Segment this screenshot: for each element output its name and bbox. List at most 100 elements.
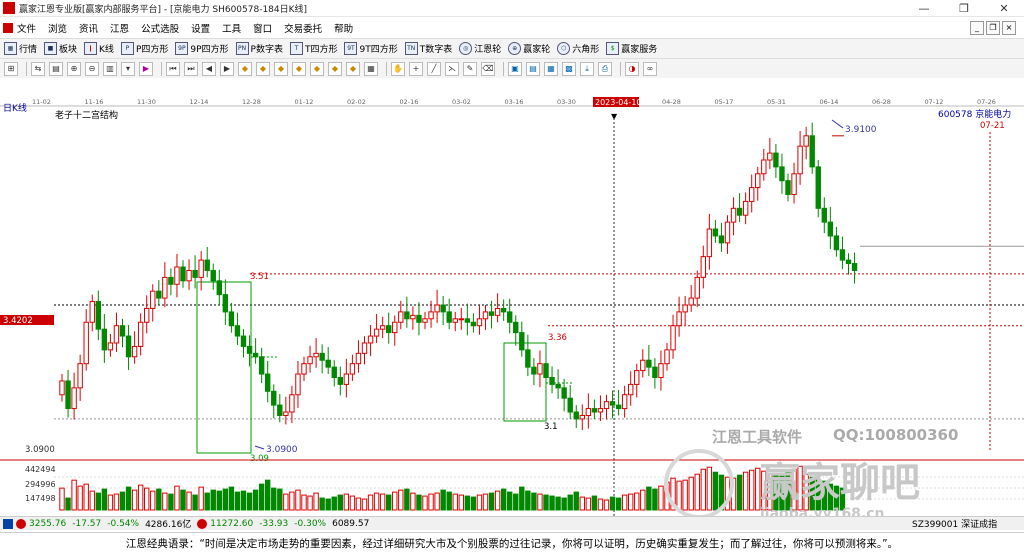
menu-settings[interactable]: 设置 [191,21,210,35]
calc-icon[interactable]: ▤ [526,61,540,76]
menu-formula[interactable]: 公式选股 [141,21,179,35]
p-square-icon: P [120,42,134,55]
menu-help[interactable]: 帮助 [334,21,353,35]
volume-bar [458,494,465,511]
volume-bar [119,491,126,511]
doc-icon[interactable]: ▤ [49,61,63,76]
watermark-software: 江恩工具软件 [712,428,803,446]
next-icon[interactable]: ▶ [220,61,234,76]
zoom-in-icon[interactable]: ⊕ [67,61,81,76]
menu-file[interactable]: 文件 [17,21,36,35]
menu-trade[interactable]: 交易委托 [284,21,322,35]
infinity-icon[interactable]: ∞ [643,61,657,76]
sz-index-value[interactable]: 11272.60 [210,519,253,529]
diamond-5-icon[interactable]: ◆ [310,61,324,76]
toolbar-t-table-button[interactable]: TN T数字表 [404,42,452,55]
minimize-button[interactable]: — [904,0,944,17]
crosshair-icon[interactable]: + [409,61,423,76]
diamond-3-icon[interactable]: ◆ [274,61,288,76]
candle-up [724,221,731,244]
drawing-toolbar: ⊞ ⇆ ▤ ⊕ ⊖ ▥ ▾ ▶ ⏮ ⏭ ◀ ▶ ◆ ◆ ◆ ◆ ◆ ◆ ◆ ▦ … [0,58,1024,78]
toolbar-t-square-button[interactable]: T T四方形 [289,42,337,55]
volume-bar [180,489,186,511]
prev-icon[interactable]: ◀ [202,61,216,76]
diamond-1-icon[interactable]: ◆ [238,61,252,76]
candle-down [180,266,186,282]
compare-icon[interactable]: ⇆ [31,61,45,76]
zoom-out-icon[interactable]: ⊖ [85,61,99,76]
menu-browse[interactable]: 浏览 [48,21,67,35]
export-icon[interactable]: ⤓ [580,61,594,76]
eraser-icon[interactable]: ⌫ [481,61,495,76]
system-menu-icon[interactable] [3,23,13,33]
menu-gann[interactable]: 江恩 [110,21,129,35]
menu-tools[interactable]: 工具 [222,21,241,35]
volume-bar [216,490,223,511]
volume-bar [125,486,132,511]
candle-up [803,135,809,147]
menu-window[interactable]: 窗口 [253,21,272,35]
toolbar-sector-button[interactable]: ■ 板块 [44,42,77,55]
date-tick-label: 02-02 [347,98,366,106]
sh-index-value[interactable]: 3255.76 [29,519,66,529]
pen-tool-icon[interactable]: ✎ [463,61,477,76]
toolbar-hexagon-button[interactable]: ⬡ 六角形 [557,42,599,55]
date-tick-label: 11-16 [85,98,104,106]
blocks-icon: ■ [44,42,58,55]
toolbar-9t-square-button[interactable]: 9T 9T四方形 [344,42,398,55]
toolbar-kline-button[interactable]: ❙ K线 [84,42,114,55]
volume-bar [561,497,567,511]
date-tick-label: 11-30 [137,98,156,106]
candle-up [186,269,192,282]
toolbar-gann-wheel-button[interactable]: ◎ 江恩轮 [459,42,501,55]
toolbar-p-table-button[interactable]: PN P数字表 [235,42,283,55]
diamond-2-icon[interactable]: ◆ [256,61,270,76]
print-icon[interactable]: ⎙ [598,61,612,76]
maximize-button[interactable]: ❐ [944,0,984,17]
volume-bar [289,491,295,511]
line-tool-icon[interactable]: ╱ [427,61,441,76]
chart-area[interactable]: 11-02 11-16 11-30 12-14 12-28 01-12 02-02 02-16… [0,78,1024,522]
volume-bar [452,493,458,511]
calendar-icon[interactable]: ▦ [544,61,558,76]
layout-icon[interactable]: ⊞ [4,61,18,76]
market-icon[interactable] [3,518,13,529]
fan-tool-icon[interactable]: ⋋ [445,61,459,76]
diamond-6-icon[interactable]: ◆ [328,61,342,76]
flag-icon[interactable]: ▶ [139,61,153,76]
tn-square-icon: TN [404,42,418,55]
close-button[interactable]: ✕ [984,0,1024,17]
mdi-minimize-button[interactable]: _ [970,21,984,35]
toolbar-label: P数字表 [250,45,283,55]
volume-bar [549,495,555,511]
toolbar-quotes-button[interactable]: ▦ 行情 [4,42,37,55]
mdi-close-button[interactable]: × [1002,21,1016,35]
volume-bar [204,492,210,511]
diamond-4-icon[interactable]: ◆ [292,61,306,76]
first-icon[interactable]: ⏮ [166,61,180,76]
volume-bar [228,486,235,511]
volume-bar [95,492,101,511]
mdi-restore-button[interactable]: ❐ [986,21,1000,35]
image-icon[interactable]: ▣ [508,61,522,76]
candle-down [470,321,477,327]
candle-down [591,408,598,413]
candle-up [458,318,465,321]
diamond-7-icon[interactable]: ◆ [346,61,360,76]
toolbar-p-square-button[interactable]: P P四方形 [120,42,168,55]
volume-bar [464,495,471,511]
save-icon[interactable]: ▩ [562,61,576,76]
hand-icon[interactable]: ✋ [391,61,405,76]
menu-news[interactable]: 资讯 [79,21,98,35]
bar-chart-icon[interactable]: ▥ [103,61,117,76]
color-wheel-icon[interactable]: ◑ [625,61,639,76]
sz-index-ticker[interactable]: SZ399001 深证成指 [912,517,997,530]
candle-up [59,380,65,396]
last-icon[interactable]: ⏭ [184,61,198,76]
volume-bar [500,488,507,511]
dropdown-icon[interactable]: ▾ [121,61,135,76]
toolbar-9p-square-button[interactable]: 9P 9P四方形 [175,42,229,55]
toolbar-service-button[interactable]: $ 赢家服务 [606,42,657,55]
toolbar-winner-wheel-button[interactable]: ⊕ 赢家轮 [508,42,550,55]
grid-small-icon[interactable]: ▦ [364,61,378,76]
